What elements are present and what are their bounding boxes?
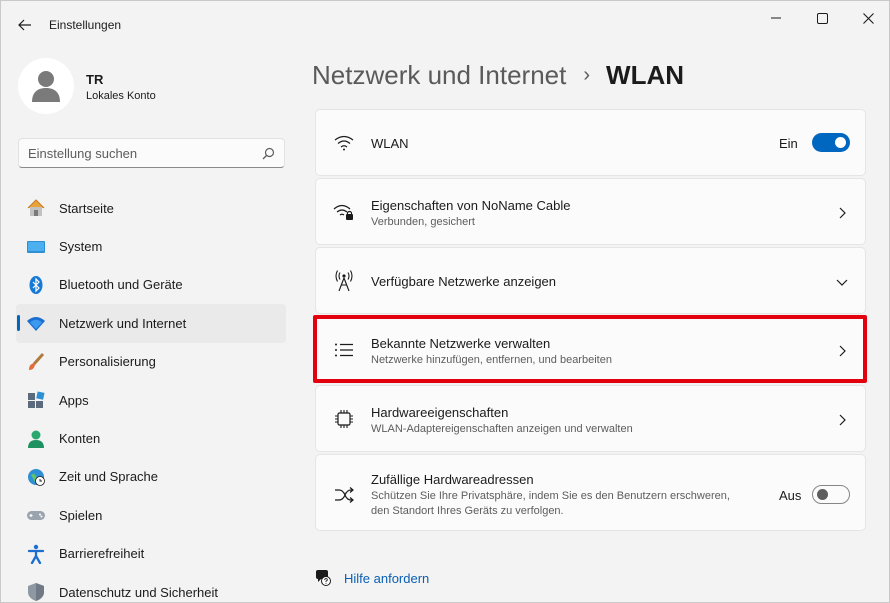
sidebar-item-label: Datenschutz und Sicherheit [59,584,218,600]
sidebar-item-label: Personalisierung [59,354,156,370]
chevron-down-icon [836,276,848,288]
list-icon [333,339,355,361]
user-silhouette-icon [32,71,60,102]
account-icon [26,429,46,449]
sidebar-item-label: Barrierefreiheit [59,546,145,562]
chip-icon [333,408,355,430]
properties-subtitle: Verbunden, gesichert [371,216,475,228]
profile-account-type: Lokales Konto [86,90,156,102]
wifi-icon [26,313,46,333]
random-address-title: Zufällige Hardwareadressen [371,472,534,487]
sidebar-item-konten[interactable]: Konten [16,419,286,457]
shield-icon [26,582,46,602]
random-address-subtitle: Schützen Sie Ihre Privatsphäre, indem Si… [371,490,730,517]
globe-clock-icon [26,467,46,487]
breadcrumb: Netzwerk und Internet › WLAN [312,57,684,93]
search-input[interactable] [28,145,248,162]
settings-window: Einstellungen TR Lokales Konto Einstellu… [0,0,890,603]
random-hardware-address-card: Zufällige Hardwareadressen Schützen Sie … [315,454,866,531]
avatar [18,58,74,114]
sidebar-item-label: Zeit und Sprache [59,469,159,485]
known-networks-title: Bekannte Netzwerke verwalten [371,336,551,351]
minimize-button[interactable] [753,7,799,29]
help-icon [316,570,331,586]
close-button[interactable] [845,7,889,29]
brush-icon [26,352,46,372]
sidebar-item-label: Spielen [59,507,103,523]
sidebar-item-zeit-sprache[interactable]: Zeit und Sprache [16,458,286,496]
apps-icon [26,390,46,410]
hardware-properties-card[interactable]: Hardwareeigenschaften WLAN-Adaptereigens… [315,385,866,452]
chevron-right-icon [836,345,848,357]
sidebar-item-apps[interactable]: Apps [16,381,286,419]
sidebar-item-datenschutz[interactable]: Datenschutz und Sicherheit [16,573,286,602]
wifi-lock-icon [333,201,355,223]
search-icon [262,147,275,160]
wlan-toggle-state: Ein [779,136,798,151]
breadcrumb-separator: › [583,63,591,86]
chevron-right-icon [836,207,848,219]
gamepad-icon [26,505,46,525]
sidebar-item-label: Konten [59,431,101,447]
back-button[interactable] [13,14,37,36]
hardware-title: Hardwareeigenschaften [371,405,509,420]
sidebar-item-label: Apps [59,392,89,408]
sidebar-item-startseite[interactable]: Startseite [16,189,286,227]
sidebar-item-label: Startseite [59,200,114,216]
sidebar-item-spielen[interactable]: Spielen [16,496,286,534]
properties-title: Eigenschaften von NoName Cable [371,198,571,213]
breadcrumb-parent[interactable]: Netzwerk und Internet [312,60,566,91]
close-icon [862,12,874,24]
settings-search[interactable] [18,138,285,168]
chevron-right-icon [836,414,848,426]
wifi-signal-icon [333,132,355,154]
app-title: Einstellungen [49,18,122,32]
network-properties-card[interactable]: Eigenschaften von NoName Cable Verbunden… [315,178,866,245]
known-networks-subtitle: Netzwerke hinzufügen, entfernen, und bea… [371,354,612,366]
available-networks-title: Verfügbare Netzwerke anzeigen [371,274,557,289]
title-bar: Einstellungen [1,1,889,47]
shuffle-icon [333,484,355,506]
sidebar-item-bluetooth[interactable]: Bluetooth und Geräte [16,266,286,304]
sidebar-item-label: System [59,239,103,255]
antenna-icon [333,270,355,292]
maximize-button[interactable] [799,7,845,29]
hardware-subtitle: WLAN-Adaptereigenschaften anzeigen und v… [371,423,633,435]
help-label[interactable]: Hilfe anfordern [344,571,429,586]
sidebar-item-barrierefreiheit[interactable]: Barrierefreiheit [16,535,286,573]
help-link[interactable]: Hilfe anfordern [314,567,429,589]
sidebar-item-label: Netzwerk und Internet [59,315,187,331]
accessibility-icon [26,544,46,564]
back-arrow-icon [18,19,31,31]
wlan-toggle-card: WLAN Ein [315,109,866,176]
available-networks-card[interactable]: Verfügbare Netzwerke anzeigen [315,247,866,314]
minimize-icon [771,17,781,19]
sidebar-item-label: Bluetooth und Geräte [59,277,183,293]
random-address-toggle[interactable] [812,485,850,504]
system-icon [26,237,46,257]
home-icon [26,198,46,218]
wlan-toggle[interactable] [812,133,850,152]
sidebar-nav: Startseite System Bluetooth und Geräte N… [16,189,286,602]
user-profile[interactable]: TR Lokales Konto [18,58,278,114]
sidebar-item-system[interactable]: System [16,227,286,265]
wlan-title: WLAN [371,136,409,151]
profile-name: TR [86,72,104,87]
sidebar-item-personalisierung[interactable]: Personalisierung [16,343,286,381]
bluetooth-icon [26,275,46,295]
maximize-icon [816,12,828,24]
page-title: WLAN [606,59,685,90]
random-address-toggle-state: Aus [779,488,802,503]
known-networks-card[interactable]: Bekannte Netzwerke verwalten Netzwerke h… [315,316,866,383]
sidebar-item-netzwerk[interactable]: Netzwerk und Internet [16,304,286,343]
active-indicator [17,315,20,332]
